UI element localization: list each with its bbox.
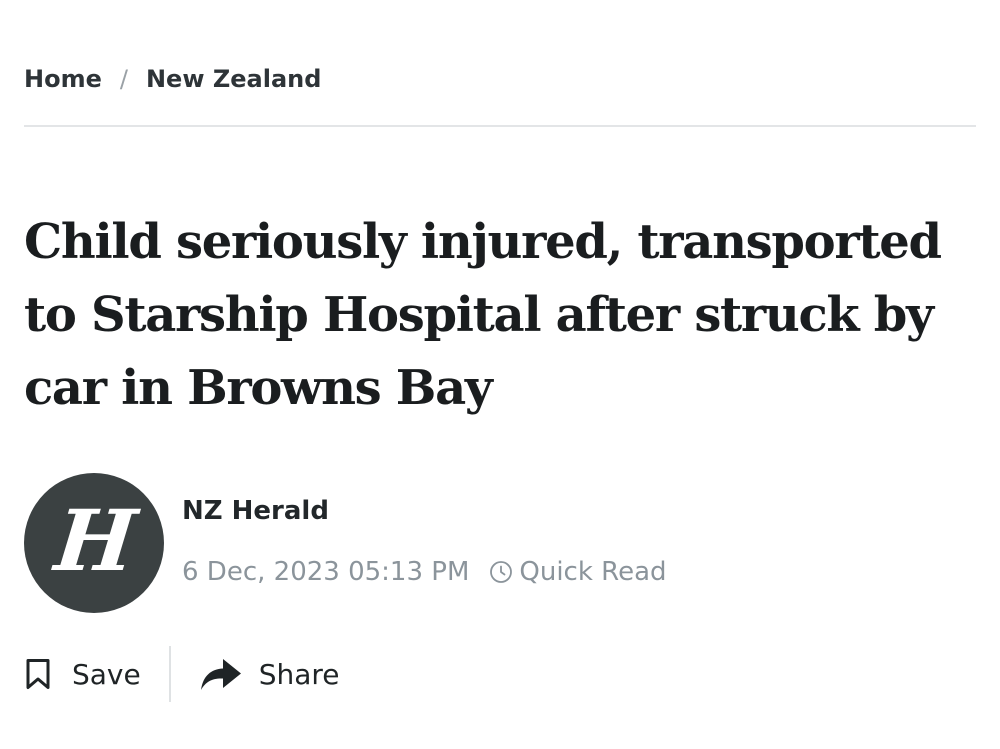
share-button[interactable]: Share bbox=[199, 656, 340, 692]
share-label: Share bbox=[258, 657, 340, 691]
actions-divider bbox=[168, 646, 171, 702]
read-time-label: Quick Read bbox=[519, 557, 667, 587]
save-button[interactable]: Save bbox=[24, 658, 141, 691]
share-arrow-icon bbox=[200, 659, 241, 690]
bookmark-icon bbox=[26, 659, 50, 689]
save-label: Save bbox=[72, 657, 141, 691]
publish-date: 6 Dec, 2023 05:13 PM bbox=[182, 557, 470, 587]
header-divider bbox=[24, 125, 976, 127]
article-meta: 6 Dec, 2023 05:13 PM Quick Read bbox=[182, 554, 667, 590]
read-time: Quick Read bbox=[489, 557, 667, 587]
article-actions: Save Share bbox=[24, 646, 340, 702]
headline-line-2: to Starship Hospital after struck by bbox=[24, 287, 934, 343]
author-avatar[interactable]: H bbox=[24, 473, 164, 613]
author-name[interactable]: NZ Herald bbox=[182, 496, 329, 526]
article-headline: Child seriously injured, transported to S… bbox=[24, 206, 984, 425]
breadcrumb-section-link[interactable]: New Zealand bbox=[146, 65, 321, 93]
herald-logo-glyph: H bbox=[51, 491, 137, 590]
clock-icon bbox=[490, 561, 513, 583]
breadcrumb: Home / New Zealand bbox=[24, 62, 321, 96]
headline-line-3: car in Browns Bay bbox=[24, 360, 493, 416]
headline-line-1: Child seriously injured, transported bbox=[24, 214, 942, 270]
breadcrumb-home-link[interactable]: Home bbox=[24, 65, 102, 93]
breadcrumb-separator: / bbox=[119, 65, 128, 93]
